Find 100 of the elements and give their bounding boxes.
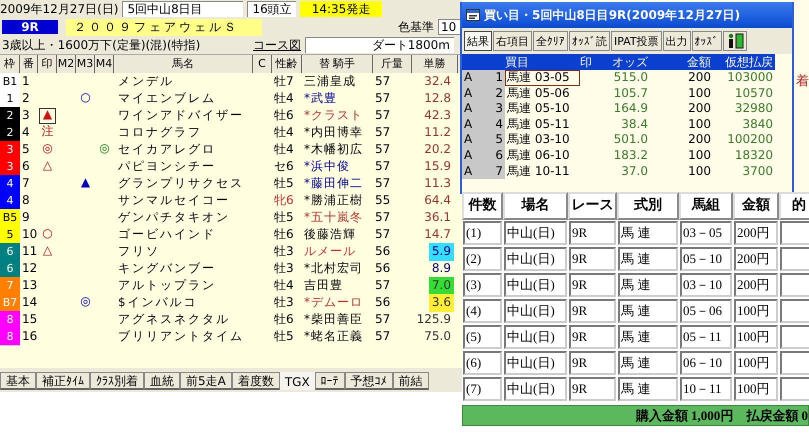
tab[interactable]: 補正ﾀｲﾑ [36,372,90,390]
table-cell: 馬 連 [618,221,678,245]
horse-number: 2 [21,90,31,107]
table-cell: (2) [463,247,502,271]
window-icon [466,9,480,21]
prediction-mark: ◎ [99,141,110,157]
bet-combination[interactable]: 馬連 03-10 [505,132,580,148]
table-cell: 馬 連 [618,299,678,323]
frame-number: B7 [0,294,20,312]
tab[interactable]: 前結 [392,372,429,390]
sex-age: 牡6 [273,226,295,243]
jockey-name: *北村宏司 [303,260,364,277]
table-cell: 9R [569,351,616,375]
tab[interactable]: TGX [280,372,315,390]
sex-age: 牡3 [273,294,295,311]
race-number: 9R [2,20,58,34]
toolbar-button[interactable]: 右項目 [493,31,532,51]
mark-cell[interactable]: ○ [38,226,57,244]
frame-number: B5 [0,209,20,227]
frame-number: 1 [0,90,20,108]
toolbar-button[interactable]: 全ｸﾘｱ [533,31,568,51]
jockey-name: *デムーロ [303,294,364,311]
weight: 57 [374,175,392,192]
prediction-mark: 注 [42,124,54,140]
table-cell: 中山(日) [504,299,567,323]
column-header: 場名 [503,192,568,220]
bet-combination[interactable]: 馬連 05-06 [505,86,580,102]
bet-payout: 32980 [734,101,774,117]
toolbar-button[interactable]: 結果 [464,31,492,51]
toolbar-button[interactable]: IPAT投票 [611,31,662,51]
row-number: 6 [476,148,505,164]
horse-number: 3 [21,107,31,124]
bet-combination[interactable]: 馬連 10-11 [505,164,580,180]
column-header: 金額 [733,192,779,220]
finish-label: 着 [796,73,809,90]
table-cell [780,377,809,401]
win-odds: 5.9 [432,244,451,258]
tab[interactable]: 予想ｺﾒ [344,372,393,390]
mark-cell[interactable]: ▲ [38,107,57,125]
win-odds: 11.2 [424,125,451,139]
weight: 57 [374,141,392,158]
bet-payout: 3700 [741,164,774,180]
table-cell: 馬 連 [618,351,678,375]
mark-cell[interactable]: 注 [38,124,57,142]
frame-number: 6 [0,243,20,261]
mark-cell[interactable]: △ [38,158,57,176]
prediction-mark: ◎ [80,294,91,310]
prediction-mark: ◎ [42,141,53,157]
horse-name: アルトップラン [117,277,217,294]
race-name: ２００９フェアウェルＳ [66,18,262,36]
horse-number: 16 [21,328,38,345]
jockey-name: ルメール [303,243,357,260]
bet-amount: 100 [687,86,712,102]
win-odds: 32.4 [424,74,451,88]
horse-name: セイカアレグロ [117,141,217,158]
toolbar-button[interactable]: ｵｯｽﾞ [692,31,722,51]
table-cell: 馬 連 [618,325,678,349]
mark-cell[interactable]: △ [38,243,57,261]
table-cell [780,247,809,271]
jockey-name: 吉田豊 [303,277,344,294]
tab[interactable]: 前5走A [180,372,232,390]
bet-odds: 501.0 [612,132,649,148]
table-cell: 9R [569,247,616,271]
table-cell: 05－10 [680,247,732,271]
tab[interactable]: 基本 [0,372,36,390]
bet-amount: 200 [687,132,712,148]
bet-combination[interactable]: 馬連 05-10 [505,101,580,117]
weight: 57 [374,107,392,124]
exit-button[interactable] [722,31,747,51]
table-cell: (1) [463,221,502,245]
group-label: A [462,148,476,164]
sex-age: 牡3 [273,243,295,260]
toolbar-button[interactable]: 出力 [662,31,691,51]
color-field[interactable]: 10 [438,19,462,35]
bet-combination[interactable]: 馬連 03-05 [505,70,580,86]
win-odds: 3.6 [432,295,451,309]
column-header: 件数 [462,192,503,220]
horse-number: 1 [21,73,31,90]
toolbar-button[interactable]: ｵｯｽﾞ読 [569,31,610,51]
mark-cell[interactable]: ◎ [38,141,57,159]
tab[interactable]: ｸﾗｽ別着 [90,372,144,390]
frame-number: B1 [0,73,20,91]
post-time: 14:35発走 [300,1,382,17]
table-cell: 馬 連 [618,273,678,297]
tab[interactable]: 血統 [144,372,180,390]
sex-age: 牡7 [273,73,295,90]
weight: 57 [374,277,392,294]
bet-payout: 3840 [741,116,774,132]
course-link[interactable]: コース図 [253,36,301,54]
tab[interactable]: ﾛｰﾃ [314,372,345,390]
race-date: 2009年12月27日(日) [0,0,118,18]
table-cell: 100円 [734,325,778,349]
bet-combination[interactable]: 馬連 06-10 [505,148,580,164]
table-cell: 100円 [734,377,778,401]
row-number: 3 [476,101,505,117]
tab[interactable]: 着度数 [232,372,280,390]
row-number: 7 [476,164,505,180]
runners-field: 16頭立 [247,1,296,17]
table-cell: (7) [463,377,502,401]
bet-combination[interactable]: 馬連 05-11 [505,116,580,132]
